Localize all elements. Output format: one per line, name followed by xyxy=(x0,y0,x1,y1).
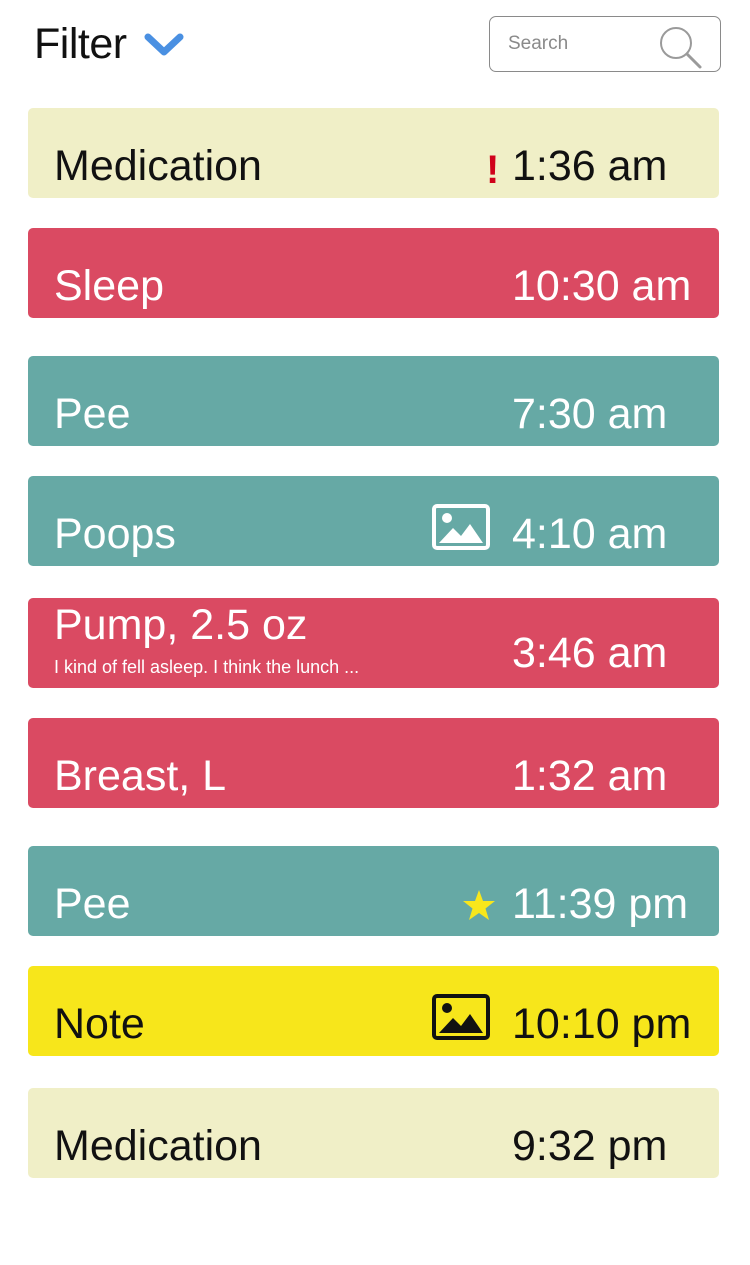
chevron-down-icon xyxy=(144,33,184,55)
entry-label: Medication xyxy=(54,142,262,190)
image-icon[interactable] xyxy=(432,994,490,1040)
entry-label: Medication xyxy=(54,1122,262,1170)
filter-label: Filter xyxy=(34,20,127,68)
entry-time: 10:10 pm xyxy=(512,1000,692,1048)
log-entry-pee[interactable]: Pee 7:30 am xyxy=(28,356,719,446)
entry-time: 3:46 am xyxy=(512,629,668,677)
entry-label: Pump, 2.5 oz xyxy=(54,601,308,649)
filter-dropdown[interactable]: Filter xyxy=(34,20,185,69)
entry-note: I kind of fell asleep. I think the lunch… xyxy=(54,657,360,677)
entry-label: Breast, L xyxy=(54,752,227,800)
log-entry-sleep[interactable]: Sleep 10:30 am xyxy=(28,228,719,318)
log-entry-pee[interactable]: Pee 11:39 pm xyxy=(28,846,719,936)
log-entry-poops[interactable]: Poops 4:10 am xyxy=(28,476,719,566)
entry-time: 10:30 am xyxy=(512,262,692,310)
entry-time: 1:36 am xyxy=(512,142,668,190)
entry-time: 9:32 pm xyxy=(512,1122,668,1170)
entry-time: 7:30 am xyxy=(512,390,668,438)
entry-time: 1:32 am xyxy=(512,752,668,800)
entry-label: Note xyxy=(54,1000,145,1048)
image-icon[interactable] xyxy=(432,504,490,550)
search-box[interactable] xyxy=(489,16,721,72)
log-entry-pump[interactable]: Pump, 2.5 oz I kind of fell asleep. I th… xyxy=(28,598,719,688)
entry-time: 4:10 am xyxy=(512,510,668,558)
search-input[interactable] xyxy=(508,17,648,71)
entry-label: Sleep xyxy=(54,262,164,310)
log-entry-medication[interactable]: Medication 9:32 pm xyxy=(28,1088,719,1178)
header-bar: Filter xyxy=(0,0,750,100)
exclamation-icon: ! xyxy=(486,148,500,192)
entry-label: Poops xyxy=(54,510,176,558)
entry-time: 11:39 pm xyxy=(512,880,689,928)
log-entry-breast[interactable]: Breast, L 1:32 am xyxy=(28,718,719,808)
star-icon[interactable] xyxy=(462,889,496,921)
entry-label: Pee xyxy=(54,880,131,928)
log-entry-note[interactable]: Note 10:10 pm xyxy=(28,966,719,1056)
entry-label: Pee xyxy=(54,390,131,438)
log-entry-medication[interactable]: Medication ! 1:36 am xyxy=(28,108,719,198)
search-icon[interactable] xyxy=(656,23,704,71)
